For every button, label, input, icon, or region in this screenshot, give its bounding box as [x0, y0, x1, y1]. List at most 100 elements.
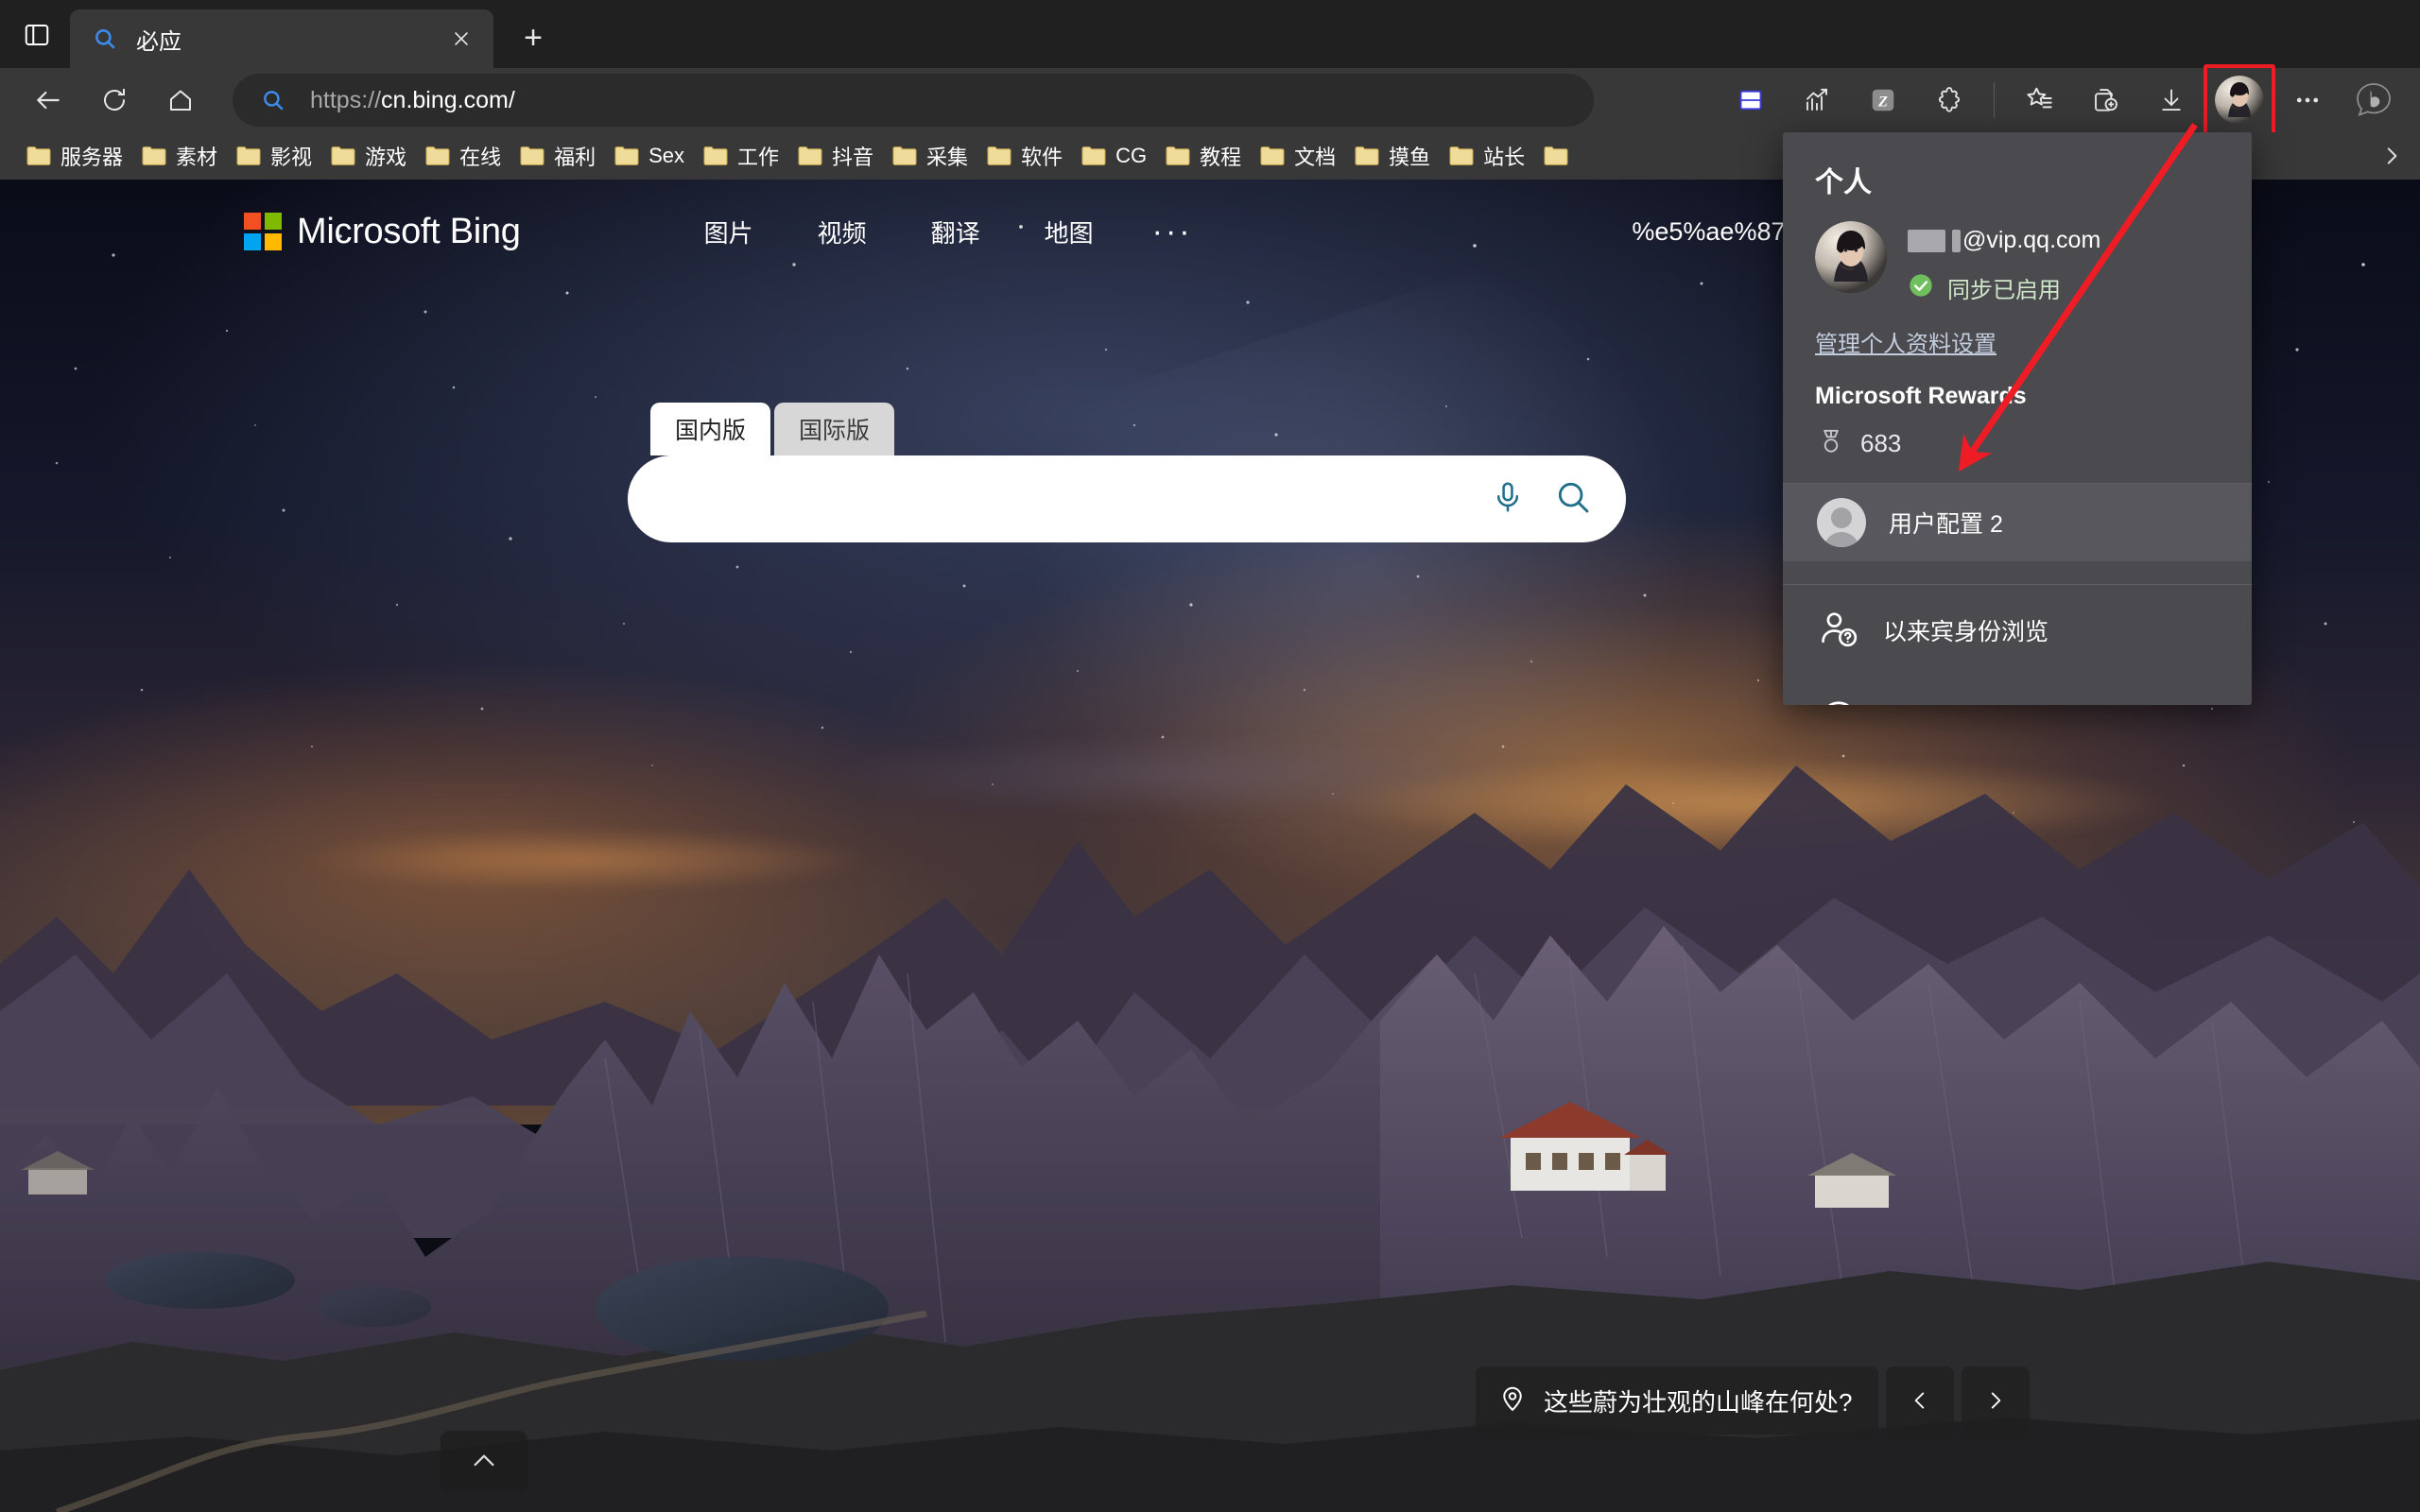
bookmark-item[interactable]: 素材 [132, 136, 227, 176]
bookmark-label: 影视 [270, 146, 313, 169]
toolbar-divider [1994, 82, 1995, 118]
folder-icon [614, 146, 639, 166]
rewards-points-row[interactable]: 683 [1817, 427, 2252, 460]
avatar [2215, 76, 2264, 125]
dropdown-title: 个人 [1815, 167, 1872, 198]
bookmark-label: 摸鱼 [1389, 146, 1431, 169]
chevron-right-icon[interactable] [1962, 1366, 2031, 1435]
downloads-icon[interactable] [2142, 73, 2201, 128]
menu-item-user-profile-2[interactable]: 用户配置 2 [1783, 484, 2252, 561]
manage-profile-settings-link[interactable]: 管理个人资料设置 [1815, 325, 1996, 358]
folder-icon [26, 146, 51, 166]
menu-item-add-profile[interactable]: 添加用户配置 [1783, 676, 2252, 705]
chevron-left-icon[interactable] [1886, 1366, 1955, 1435]
folder-icon [331, 146, 355, 166]
address-bar[interactable]: https://cn.bing.com/ [233, 74, 1594, 127]
bookmark-item-partial[interactable] [1534, 136, 1578, 176]
bing-copilot-icon[interactable] [2344, 73, 2403, 128]
favorites-icon[interactable] [2010, 73, 2068, 128]
person-circle-icon [1817, 498, 1866, 547]
address-bar-url[interactable]: https://cn.bing.com/ [310, 87, 515, 114]
folder-icon [142, 146, 166, 166]
bookmark-item[interactable]: 在线 [416, 136, 510, 176]
tab-international-version[interactable]: 国际版 [774, 403, 895, 455]
bookmark-item[interactable]: 服务器 [17, 136, 132, 176]
bookmark-item[interactable]: 摸鱼 [1345, 136, 1440, 176]
svg-text:Z: Z [1877, 93, 1888, 110]
folder-icon [987, 146, 1011, 166]
bookmark-item[interactable]: CG [1072, 136, 1156, 176]
split-screen-icon[interactable] [1721, 73, 1780, 128]
folder-icon [703, 146, 728, 166]
bookmark-item[interactable]: 抖音 [788, 136, 883, 176]
tab-search-button[interactable] [8, 6, 66, 64]
folder-icon [236, 146, 261, 166]
guest-person-icon [1817, 607, 1860, 655]
sync-status-text: 同步已启用 [1947, 278, 2061, 303]
bookmark-item[interactable]: Sex [605, 136, 694, 176]
avatar [1815, 221, 1887, 293]
search-bar-icons [1461, 478, 1592, 521]
bookmark-item[interactable]: 游戏 [321, 136, 416, 176]
bookmark-item[interactable]: 福利 [510, 136, 605, 176]
image-caption-bar: 这些蔚为壮观的山峰在何处? [1476, 1366, 2031, 1435]
new-tab-button[interactable]: + [507, 11, 560, 64]
bookmark-item[interactable]: 站长 [1440, 136, 1534, 176]
bookmark-label: 福利 [554, 146, 596, 169]
folder-icon [1166, 146, 1190, 166]
close-icon[interactable] [442, 20, 480, 58]
nav-item-images[interactable]: 图片 [704, 215, 753, 249]
folder-icon [1081, 146, 1106, 166]
nav-item-translate[interactable]: 翻译 [931, 215, 980, 249]
search-icon[interactable] [1554, 478, 1592, 521]
plus-circle-icon [1817, 697, 1860, 705]
bookmark-item[interactable]: 教程 [1156, 136, 1251, 176]
menu-item-label: 以来宾身份浏览 [1883, 619, 2049, 645]
search-bar[interactable] [628, 455, 1626, 542]
bookmark-label: 在线 [459, 146, 502, 169]
profile-button[interactable] [2204, 64, 2275, 136]
bing-logo[interactable]: Microsoft Bing [244, 212, 521, 252]
folder-icon [798, 146, 822, 166]
refresh-icon[interactable] [87, 73, 142, 128]
rewards-medal-icon [1817, 427, 1845, 460]
home-icon[interactable] [153, 73, 208, 128]
bookmark-label: 软件 [1021, 146, 1063, 169]
tab-domestic-version[interactable]: 国内版 [650, 403, 771, 455]
profile-dropdown-menu: 个人 @vip.qq.com 同步已启用 管理个人资料设置 Microsoft … [1783, 132, 2252, 705]
bing-logo-text: Microsoft Bing [297, 211, 521, 251]
nav-item-videos[interactable]: 视频 [818, 215, 867, 249]
menu-item-label: 添加用户配置 [1883, 704, 2025, 705]
browser-tab[interactable]: 必应 [70, 9, 493, 68]
bookmark-item[interactable]: 工作 [694, 136, 788, 176]
microphone-icon[interactable] [1490, 479, 1526, 520]
nav-more-icon[interactable]: ··· [1152, 214, 1193, 250]
search-block: 国内版 国际版 [628, 403, 1626, 542]
account-summary: @vip.qq.com 同步已启用 [1815, 221, 2252, 304]
more-horizontal-icon[interactable] [2278, 73, 2337, 128]
nav-item-maps[interactable]: 地图 [1045, 215, 1094, 249]
search-icon [257, 84, 289, 116]
rewards-title: Microsoft Rewards [1815, 383, 2027, 409]
title-bar: 必应 + [0, 0, 2420, 68]
sync-check-icon [1908, 272, 1934, 303]
extensions-icon[interactable] [1920, 73, 1979, 128]
back-arrow-icon[interactable] [21, 73, 76, 128]
bookmark-item[interactable]: 文档 [1251, 136, 1345, 176]
search-input[interactable] [666, 484, 1461, 514]
zotero-connector-icon[interactable]: Z [1854, 73, 1912, 128]
caption-pill[interactable]: 这些蔚为壮观的山峰在何处? [1476, 1366, 1879, 1435]
caption-text: 这些蔚为壮观的山峰在何处? [1544, 1387, 1853, 1417]
bookmark-item[interactable]: 采集 [883, 136, 977, 176]
bookmark-item[interactable]: 影视 [227, 136, 321, 176]
bing-search-icon [91, 25, 119, 53]
bookmark-item[interactable]: 软件 [977, 136, 1072, 176]
chevron-right-icon[interactable] [2363, 132, 2420, 180]
bookmark-label: 采集 [926, 146, 969, 169]
menu-item-browse-as-guest[interactable]: 以来宾身份浏览 [1783, 585, 2252, 676]
shopping-trend-icon[interactable] [1788, 73, 1846, 128]
collections-icon[interactable] [2076, 73, 2135, 128]
version-tabs: 国内版 国际版 [650, 403, 1626, 455]
chevron-up-icon[interactable] [441, 1431, 527, 1491]
folder-icon [520, 146, 544, 166]
